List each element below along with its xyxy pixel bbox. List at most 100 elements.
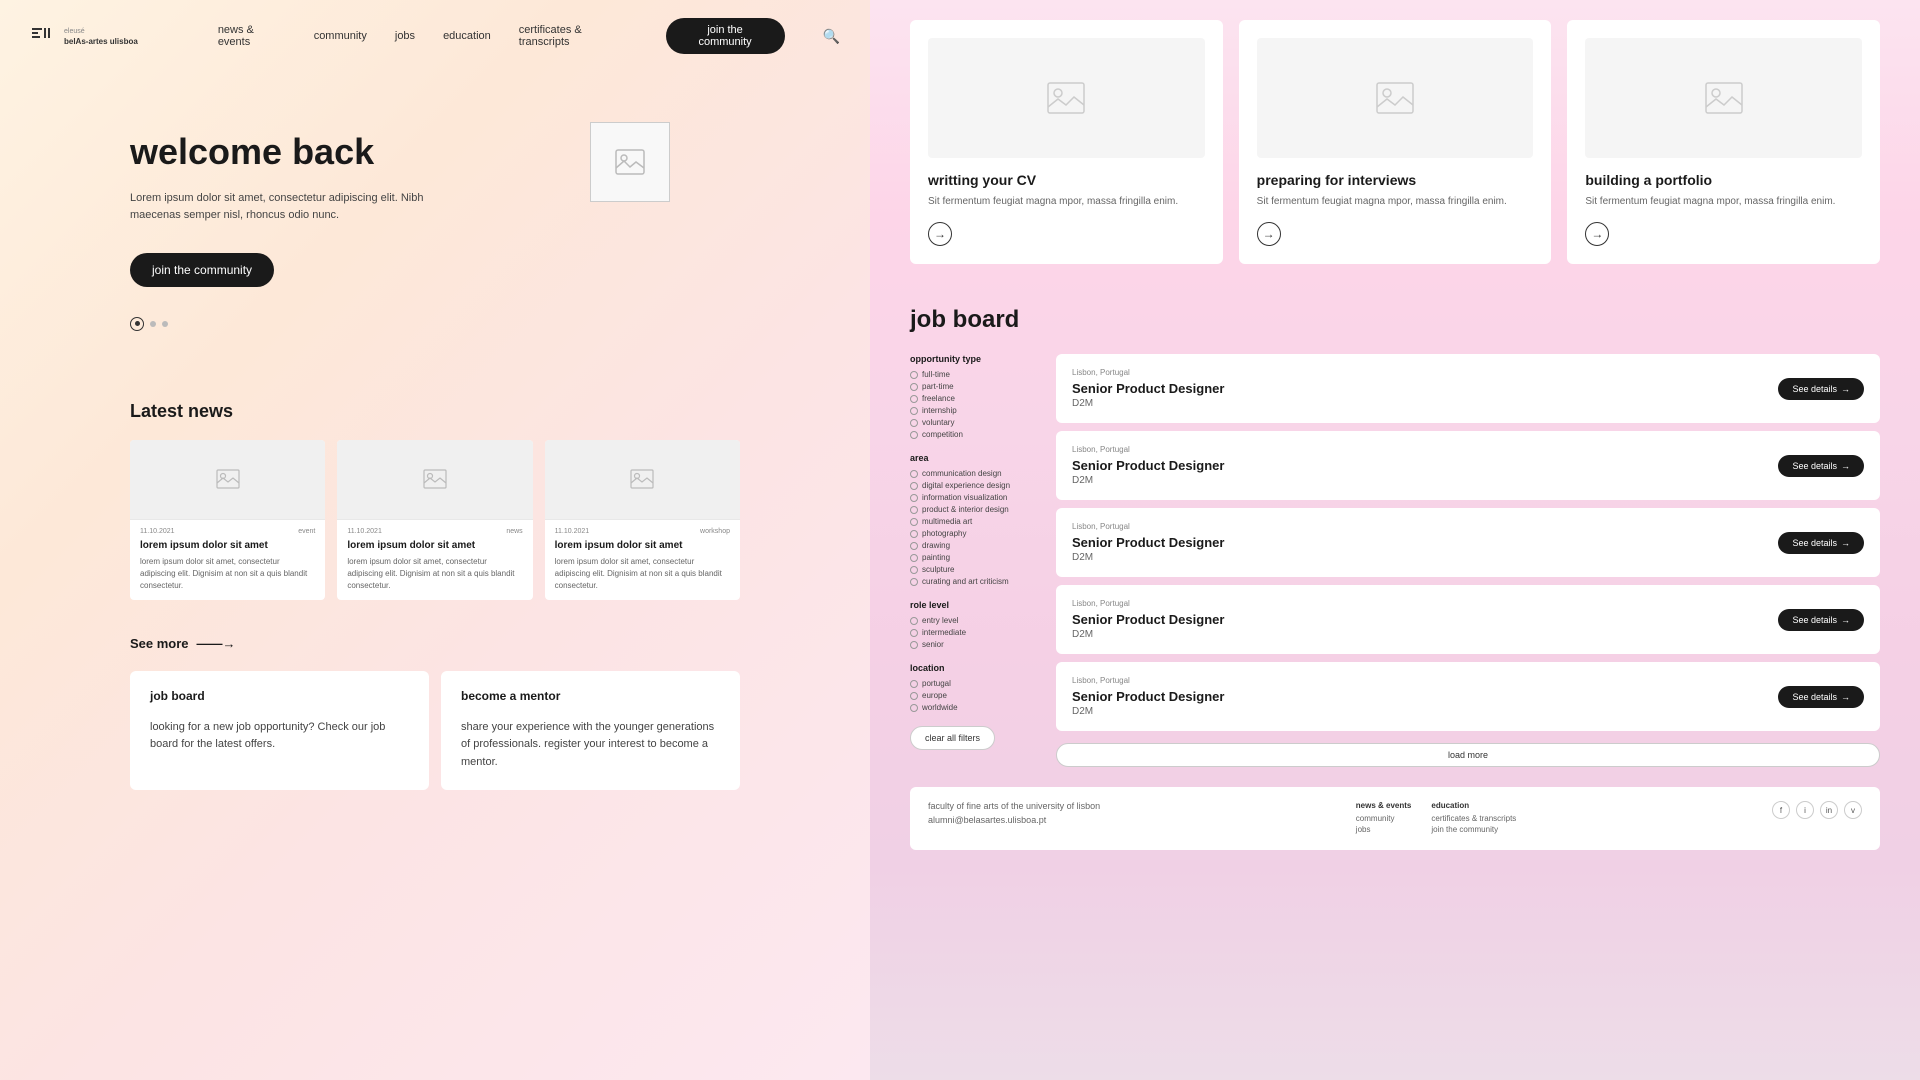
see-details-button-4[interactable]: See details → bbox=[1778, 609, 1864, 631]
job-card-left-5: Lisbon, Portugal Senior Product Designer… bbox=[1072, 676, 1224, 717]
filter-senior[interactable]: senior bbox=[910, 640, 1040, 649]
filter-comm-design[interactable]: communication design bbox=[910, 469, 1040, 478]
filter-role-level-title: role level bbox=[910, 600, 1040, 610]
news-card-image-1 bbox=[130, 440, 325, 520]
article-image-1 bbox=[928, 38, 1205, 158]
nav-jobs[interactable]: jobs bbox=[395, 30, 415, 42]
article-col-1: writting your CV Sit fermentum feugiat m… bbox=[910, 20, 1223, 276]
article-desc-2: Sit fermentum feugiat magna mpor, massa … bbox=[1257, 194, 1534, 210]
article-image-3 bbox=[1585, 38, 1862, 158]
social-icon-instagram[interactable]: i bbox=[1796, 801, 1814, 819]
article-card-1: writting your CV Sit fermentum feugiat m… bbox=[910, 20, 1223, 264]
nav-news-events[interactable]: news & events bbox=[218, 24, 286, 48]
filter-intermediate[interactable]: intermediate bbox=[910, 628, 1040, 637]
filter-drawing[interactable]: drawing bbox=[910, 541, 1040, 550]
filter-entry-level[interactable]: entry level bbox=[910, 616, 1040, 625]
job-title-4: Senior Product Designer bbox=[1072, 612, 1224, 627]
job-card-left-2: Lisbon, Portugal Senior Product Designer… bbox=[1072, 445, 1224, 486]
news-card-body-2: 11.10.2021 news lorem ipsum dolor sit am… bbox=[337, 520, 532, 600]
filter-opportunity-type: opportunity type full-time part-time fre… bbox=[910, 354, 1040, 439]
filter-portugal[interactable]: portugal bbox=[910, 679, 1040, 688]
news-desc-2: lorem ipsum dolor sit amet, consectetur … bbox=[347, 556, 522, 592]
social-icon-linkedin[interactable]: in bbox=[1820, 801, 1838, 819]
filter-curating[interactable]: curating and art criticism bbox=[910, 577, 1040, 586]
filter-info-viz[interactable]: information visualization bbox=[910, 493, 1040, 502]
article-title-1: writting your CV bbox=[928, 172, 1205, 188]
job-location-5: Lisbon, Portugal bbox=[1072, 676, 1224, 685]
nav-community[interactable]: community bbox=[314, 30, 367, 42]
news-desc-1: lorem ipsum dolor sit amet, consectetur … bbox=[140, 556, 315, 592]
bottom-cards: job board looking for a new job opportun… bbox=[0, 651, 870, 820]
see-details-button-2[interactable]: See details → bbox=[1778, 455, 1864, 477]
news-card-body-3: 11.10.2021 workshop lorem ipsum dolor si… bbox=[545, 520, 740, 600]
filter-full-time[interactable]: full-time bbox=[910, 370, 1040, 379]
footer-links: news & events community jobs education c… bbox=[1356, 801, 1517, 836]
social-icon-vimeo[interactable]: v bbox=[1844, 801, 1862, 819]
news-title-2: lorem ipsum dolor sit amet bbox=[347, 540, 522, 551]
nav-links: news & events community jobs education c… bbox=[218, 18, 840, 54]
job-card-left-1: Lisbon, Portugal Senior Product Designer… bbox=[1072, 368, 1224, 409]
article-title-3: building a portfolio bbox=[1585, 172, 1862, 188]
filter-photography[interactable]: photography bbox=[910, 529, 1040, 538]
footer-school-name: faculty of fine arts of the university o… bbox=[928, 801, 1100, 811]
job-title-2: Senior Product Designer bbox=[1072, 458, 1224, 473]
news-date-3: 11.10.2021 bbox=[555, 528, 590, 535]
logo-text: eleusé belAs-artes ulisboa bbox=[64, 25, 138, 47]
article-desc-1: Sit fermentum feugiat magna mpor, massa … bbox=[928, 194, 1205, 210]
clear-filters-button[interactable]: clear all filters bbox=[910, 726, 995, 750]
news-card-1: 11.10.2021 event lorem ipsum dolor sit a… bbox=[130, 440, 325, 600]
filter-voluntary[interactable]: voluntary bbox=[910, 418, 1040, 427]
nav-certificates[interactable]: certificates & transcripts bbox=[519, 24, 630, 48]
footer-email: alumni@belasartes.ulisboa.pt bbox=[928, 815, 1100, 825]
see-more-link[interactable]: See more ——→ bbox=[0, 636, 870, 651]
become-mentor-card-title: become a mentor bbox=[461, 689, 720, 703]
nav-education[interactable]: education bbox=[443, 30, 491, 42]
article-image-2 bbox=[1257, 38, 1534, 158]
filter-opportunity-type-title: opportunity type bbox=[910, 354, 1040, 364]
news-meta-1: 11.10.2021 event bbox=[140, 528, 315, 535]
carousel-dot-active[interactable] bbox=[130, 317, 144, 331]
news-meta-2: 11.10.2021 news bbox=[347, 528, 522, 535]
hero-description: Lorem ipsum dolor sit amet, consectetur … bbox=[130, 190, 430, 225]
filter-painting[interactable]: painting bbox=[910, 553, 1040, 562]
filter-part-time[interactable]: part-time bbox=[910, 382, 1040, 391]
article-desc-3: Sit fermentum feugiat magna mpor, massa … bbox=[1585, 194, 1862, 210]
article-link-2[interactable]: → bbox=[1257, 222, 1281, 246]
filter-europe[interactable]: europe bbox=[910, 691, 1040, 700]
article-link-1[interactable]: → bbox=[928, 222, 952, 246]
filter-worldwide[interactable]: worldwide bbox=[910, 703, 1040, 712]
filter-digital-exp[interactable]: digital experience design bbox=[910, 481, 1040, 490]
news-card-2: 11.10.2021 news lorem ipsum dolor sit am… bbox=[337, 440, 532, 600]
job-location-4: Lisbon, Portugal bbox=[1072, 599, 1224, 608]
hero-section: welcome back Lorem ipsum dolor sit amet,… bbox=[0, 72, 870, 371]
filter-product-interior[interactable]: product & interior design bbox=[910, 505, 1040, 514]
hero-join-community-button[interactable]: join the community bbox=[130, 253, 274, 287]
become-mentor-card-desc: share your experience with the younger g… bbox=[461, 719, 720, 772]
search-button[interactable]: 🔍 bbox=[823, 28, 840, 45]
news-title-1: lorem ipsum dolor sit amet bbox=[140, 540, 315, 551]
latest-news-section: Latest news 11.10.2021 event lorem ipsum… bbox=[0, 371, 870, 620]
article-link-3[interactable]: → bbox=[1585, 222, 1609, 246]
social-icon-facebook[interactable]: f bbox=[1772, 801, 1790, 819]
filter-internship[interactable]: internship bbox=[910, 406, 1040, 415]
right-panel: writting your CV Sit fermentum feugiat m… bbox=[870, 0, 1920, 1080]
footer-social: f i in v bbox=[1772, 801, 1862, 819]
see-details-button-5[interactable]: See details → bbox=[1778, 686, 1864, 708]
filter-freelance[interactable]: freelance bbox=[910, 394, 1040, 403]
job-board-content: opportunity type full-time part-time fre… bbox=[910, 354, 1880, 767]
filter-actions: clear all filters bbox=[910, 726, 1040, 750]
footer-link-item-2-2: join the community bbox=[1431, 825, 1516, 834]
job-filters: opportunity type full-time part-time fre… bbox=[910, 354, 1040, 767]
load-more-button[interactable]: load more bbox=[1056, 743, 1880, 767]
job-company-2: D2M bbox=[1072, 475, 1224, 486]
left-panel: eleusé belAs-artes ulisboa news & events… bbox=[0, 0, 870, 1080]
see-details-button-3[interactable]: See details → bbox=[1778, 532, 1864, 554]
filter-sculpture[interactable]: sculpture bbox=[910, 565, 1040, 574]
article-card-2: preparing for interviews Sit fermentum f… bbox=[1239, 20, 1552, 264]
filter-competition[interactable]: competition bbox=[910, 430, 1040, 439]
see-details-button-1[interactable]: See details → bbox=[1778, 378, 1864, 400]
carousel-dot-3[interactable] bbox=[162, 321, 168, 327]
nav-join-community-button[interactable]: join the community bbox=[666, 18, 785, 54]
carousel-dot-2[interactable] bbox=[150, 321, 156, 327]
filter-multimedia[interactable]: multimedia art bbox=[910, 517, 1040, 526]
